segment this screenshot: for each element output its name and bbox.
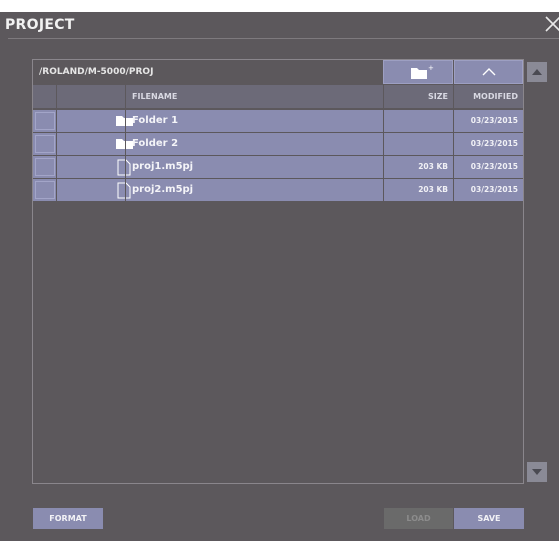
top-edge xyxy=(0,0,559,12)
dialog-header: PROJECT xyxy=(0,12,559,39)
row-size xyxy=(384,110,448,132)
row-filename: Folder 2 xyxy=(132,138,179,149)
header-size[interactable]: SIZE xyxy=(384,85,448,108)
row-size: 203 KB xyxy=(418,162,448,171)
row-checkbox[interactable] xyxy=(35,112,55,130)
column-divider xyxy=(453,85,454,203)
scroll-down-button[interactable] xyxy=(527,462,547,482)
table-row[interactable]: proj1.m5pj 203 KB 03/23/2015 xyxy=(33,156,523,178)
path-display: /ROLAND/M-5000/PROJ xyxy=(33,60,383,84)
svg-text:+: + xyxy=(428,64,434,72)
close-icon[interactable] xyxy=(543,14,559,34)
parent-folder-button[interactable] xyxy=(454,60,523,84)
chevron-up-icon xyxy=(482,68,496,76)
row-modified: 03/23/2015 xyxy=(470,116,518,125)
row-filename: proj1.m5pj xyxy=(132,161,194,172)
row-size: 203 KB xyxy=(418,185,448,194)
column-divider xyxy=(125,85,126,203)
column-divider xyxy=(383,85,384,203)
row-checkbox[interactable] xyxy=(35,181,55,199)
table-header: FILENAME SIZE MODIFIED xyxy=(33,85,523,108)
header-divider xyxy=(8,38,559,39)
save-button[interactable]: SAVE xyxy=(454,508,524,529)
row-filename: proj2.m5pj xyxy=(132,184,194,195)
table-row[interactable]: Folder 1 03/23/2015 xyxy=(33,110,523,132)
header-modified[interactable]: MODIFIED xyxy=(454,85,518,108)
row-size xyxy=(384,133,448,155)
header-filename[interactable]: FILENAME xyxy=(132,85,177,108)
row-checkbox[interactable] xyxy=(35,158,55,176)
column-divider xyxy=(56,85,57,203)
row-modified: 03/23/2015 xyxy=(470,185,518,194)
row-checkbox[interactable] xyxy=(35,135,55,153)
row-modified: 03/23/2015 xyxy=(470,162,518,171)
format-button[interactable]: FORMAT xyxy=(33,508,103,529)
load-button[interactable]: LOAD xyxy=(384,508,453,529)
dialog-title: PROJECT xyxy=(5,17,75,33)
triangle-down-icon xyxy=(532,469,542,475)
new-folder-button[interactable]: + xyxy=(383,60,453,84)
bottom-edge xyxy=(0,541,559,547)
row-filename: Folder 1 xyxy=(132,115,179,126)
row-modified: 03/23/2015 xyxy=(470,139,518,148)
table-row[interactable]: Folder 2 03/23/2015 xyxy=(33,133,523,155)
scrollbar[interactable] xyxy=(526,60,548,485)
triangle-up-icon xyxy=(532,69,542,75)
new-folder-icon: + xyxy=(411,64,434,79)
scroll-up-button[interactable] xyxy=(527,62,547,82)
table-row[interactable]: proj2.m5pj 203 KB 03/23/2015 xyxy=(33,179,523,201)
